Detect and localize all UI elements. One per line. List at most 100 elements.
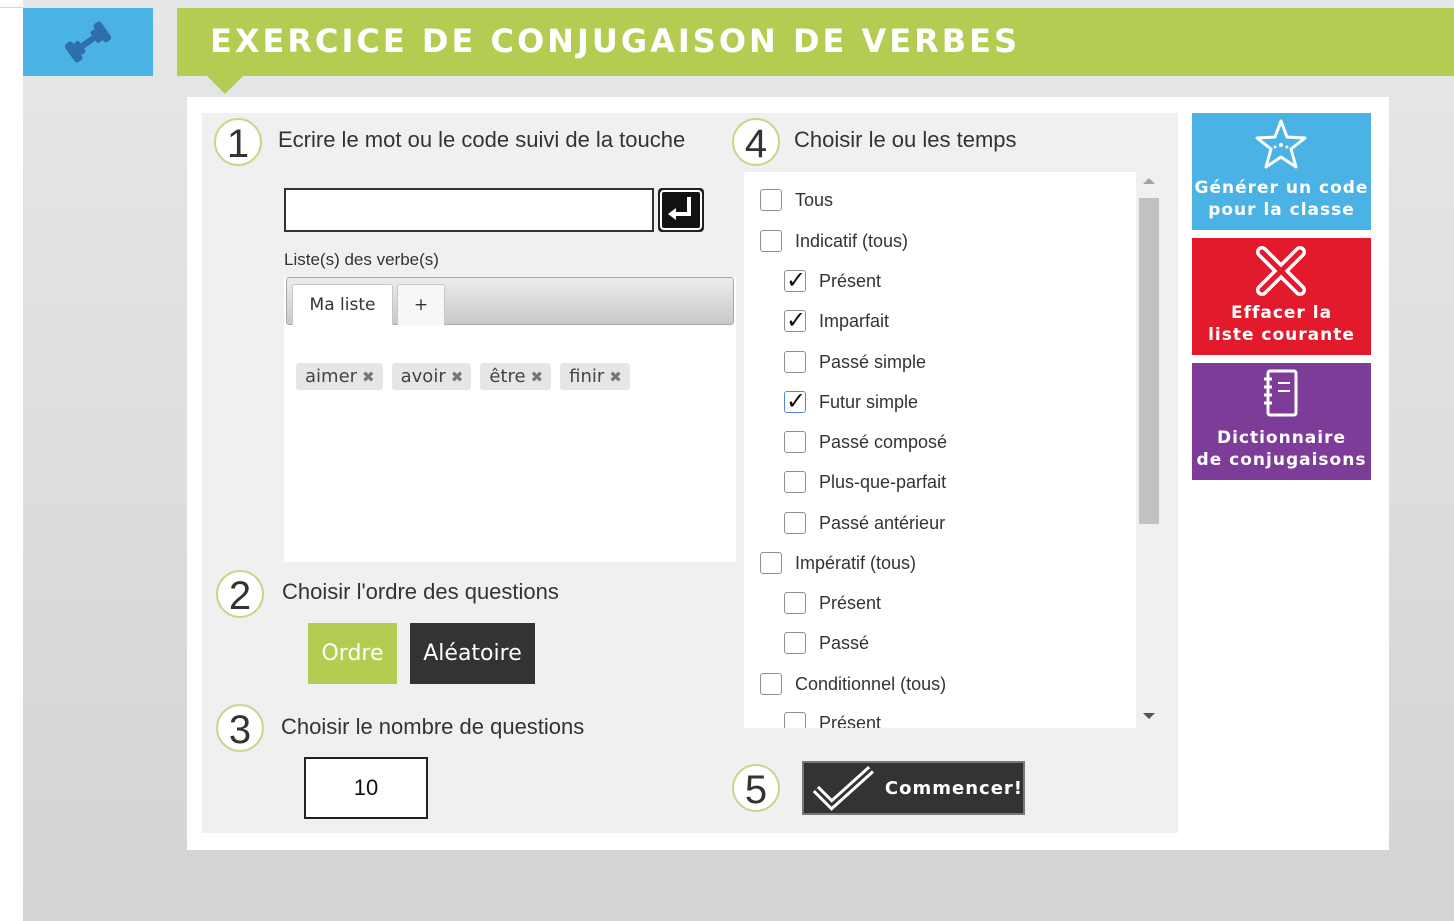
step-4-number: 4: [732, 118, 780, 166]
tense-item[interactable]: Indicatif (tous): [760, 230, 908, 252]
starfish-icon: [1255, 119, 1307, 169]
side-button-label: pour la classe: [1208, 200, 1355, 220]
tense-item[interactable]: Passé composé: [784, 431, 947, 453]
checkbox[interactable]: [784, 592, 806, 614]
main-card: 1 Ecrire le mot ou le code suivi de la t…: [187, 97, 1389, 850]
tense-label: Imparfait: [819, 310, 890, 331]
tense-item[interactable]: Passé: [784, 632, 869, 654]
verb-list-label: Liste(s) des verbe(s): [284, 250, 439, 269]
step-4-label: Choisir le ou les temps: [794, 127, 1017, 152]
clear-list-button[interactable]: Effacer la liste courante: [1192, 238, 1371, 355]
tense-label: Passé simple: [819, 351, 927, 372]
cross-icon: [1256, 246, 1306, 296]
tense-label: Futur simple: [819, 391, 919, 412]
checkbox[interactable]: [760, 230, 782, 252]
verb-tag-label: aimer: [305, 366, 358, 387]
tense-label: Plus-que-parfait: [819, 471, 947, 492]
side-button-label: Générer un code: [1194, 178, 1369, 198]
verb-list-tabbar: Ma liste +: [286, 277, 734, 325]
tense-item[interactable]: Impératif (tous): [760, 552, 916, 574]
tense-item[interactable]: Présent: [784, 592, 881, 614]
verb-tags: aimer ✖ avoir ✖ être ✖ finir ✖: [296, 363, 630, 390]
checkbox[interactable]: [784, 387, 806, 415]
dumbbell-icon: [64, 21, 112, 63]
tense-item[interactable]: Tous: [760, 189, 833, 211]
step-3-label: Choisir le nombre de questions: [281, 714, 585, 739]
tense-label: Passé composé: [819, 431, 948, 452]
scroll-down-icon[interactable]: [1143, 713, 1155, 719]
start-button-label: Commencer!: [884, 777, 1023, 799]
tense-item[interactable]: Plus-que-parfait: [784, 471, 946, 493]
start-button[interactable]: Commencer!: [802, 761, 1025, 815]
verb-tag: finir ✖: [560, 363, 630, 390]
tab-ma-liste[interactable]: Ma liste: [292, 284, 393, 325]
side-button-label: liste courante: [1208, 325, 1355, 345]
logo[interactable]: [23, 8, 153, 76]
tense-item[interactable]: Passé simple: [784, 351, 926, 373]
enter-key-icon[interactable]: [657, 187, 705, 233]
verb-list-box: Ma liste + aimer ✖ avoir ✖ être ✖ finir ✖: [284, 277, 736, 562]
checkmark-icon: [812, 765, 875, 811]
tense-scrollbar[interactable]: [1136, 172, 1160, 728]
tense-item[interactable]: Futur simple: [784, 387, 919, 415]
tense-item[interactable]: Imparfait: [784, 306, 890, 334]
remove-icon[interactable]: ✖: [451, 368, 464, 386]
checkbox[interactable]: [760, 673, 782, 695]
tense-label: Présent: [819, 712, 882, 729]
checkbox[interactable]: [784, 632, 806, 654]
step-2-label: Choisir l'ordre des questions: [282, 579, 559, 604]
tense-label: Présent: [819, 592, 882, 613]
step-3-number: 3: [216, 704, 264, 752]
verb-tag-label: être: [489, 366, 526, 387]
conjugation-dictionary-button[interactable]: Dictionnaire de conjugaisons: [1192, 363, 1371, 480]
word-input[interactable]: [284, 188, 654, 232]
notebook-icon: [1264, 369, 1298, 417]
checkbox[interactable]: [760, 552, 782, 574]
question-count-input[interactable]: 10: [304, 757, 428, 819]
remove-icon[interactable]: ✖: [609, 368, 622, 386]
exercise-panel: 1 Ecrire le mot ou le code suivi de la t…: [202, 113, 1178, 833]
checkbox[interactable]: [784, 306, 806, 334]
generate-class-code-button[interactable]: Générer un code pour la classe: [1192, 113, 1371, 230]
checkbox[interactable]: [784, 351, 806, 373]
tense-item[interactable]: Conditionnel (tous): [760, 673, 946, 695]
tense-label: Indicatif (tous): [795, 230, 909, 251]
side-button-label: Dictionnaire: [1216, 428, 1347, 448]
scroll-thumb[interactable]: [1139, 198, 1159, 524]
verb-tag: avoir ✖: [391, 363, 472, 390]
tense-label: Impératif (tous): [795, 552, 917, 573]
verb-tag: être ✖: [480, 363, 552, 390]
checkbox[interactable]: [760, 189, 782, 211]
side-button-label: Effacer la: [1230, 303, 1333, 323]
scroll-up-icon[interactable]: [1143, 178, 1155, 184]
step-1-number: 1: [214, 118, 262, 166]
checkbox[interactable]: [784, 712, 806, 728]
title-pointer: [207, 76, 243, 94]
tense-item[interactable]: Présent: [784, 266, 882, 294]
checkbox[interactable]: [784, 471, 806, 493]
tab-add-list[interactable]: +: [397, 284, 445, 325]
tense-label: Conditionnel (tous): [795, 673, 947, 694]
verb-tag-label: finir: [569, 366, 605, 387]
random-button[interactable]: Aléatoire: [410, 623, 535, 684]
order-button[interactable]: Ordre: [308, 623, 397, 684]
checkbox[interactable]: [784, 431, 806, 453]
tense-list: Tous Indicatif (tous) Présent Imparfait …: [744, 172, 1136, 728]
checkbox[interactable]: [784, 512, 806, 534]
step-5-number: 5: [732, 764, 780, 812]
side-button-label: de conjugaisons: [1196, 450, 1367, 470]
page-title: EXERCICE DE CONJUGAISON DE VERBES: [210, 22, 1021, 60]
remove-icon[interactable]: ✖: [531, 368, 544, 386]
checkbox[interactable]: [784, 266, 806, 294]
tense-label: Passé antérieur: [819, 512, 946, 533]
verb-tag: aimer ✖: [296, 363, 383, 390]
title-bar: EXERCICE DE CONJUGAISON DE VERBES: [177, 8, 1454, 94]
tense-item[interactable]: Passé antérieur: [784, 512, 945, 534]
tense-label: Présent: [819, 270, 882, 291]
tense-label: Passé: [819, 632, 870, 653]
tense-label: Tous: [795, 189, 834, 210]
verb-tag-label: avoir: [400, 366, 446, 387]
tense-item[interactable]: Présent: [784, 712, 881, 728]
step-1-label: Ecrire le mot ou le code suivi de la tou…: [278, 127, 686, 152]
remove-icon[interactable]: ✖: [362, 368, 375, 386]
